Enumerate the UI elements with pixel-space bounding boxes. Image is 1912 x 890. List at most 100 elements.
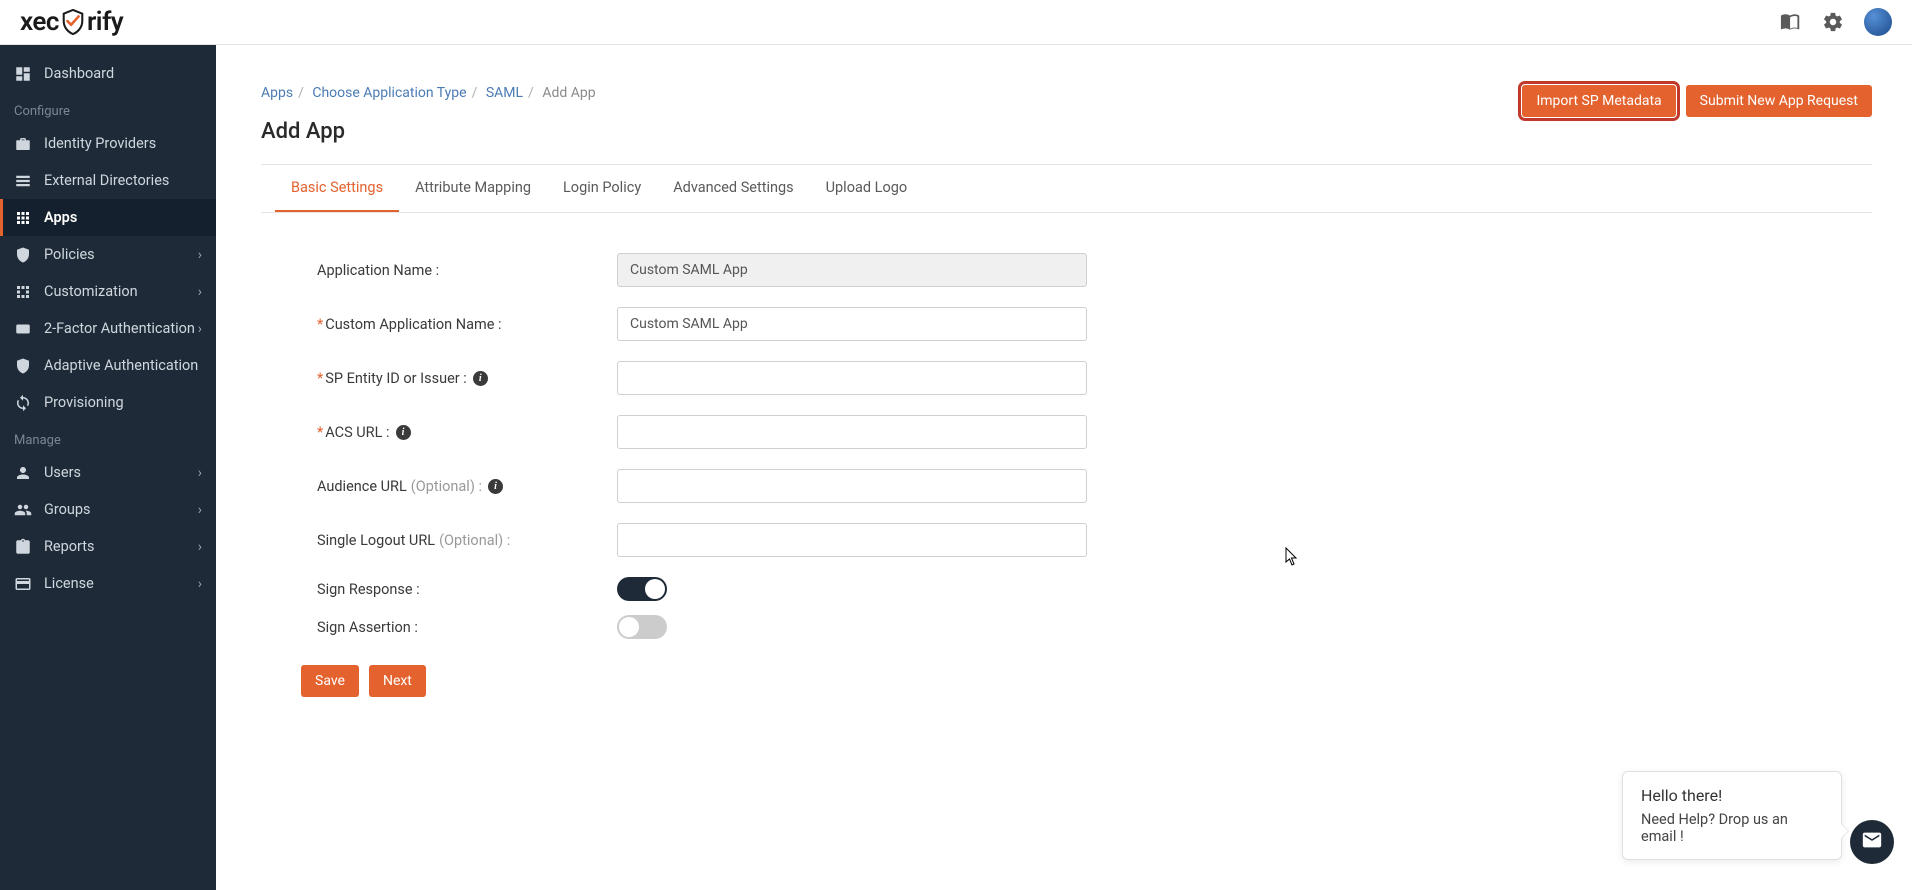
logo-text-right: rify [87,7,123,37]
sidebar-section-configure: Configure [0,92,216,125]
card-icon [14,575,32,593]
info-icon[interactable]: i [488,479,503,494]
application-name-input [617,253,1087,287]
sidebar-label: Groups [44,501,91,518]
tab-advanced-settings[interactable]: Advanced Settings [657,165,809,212]
chevron-right-icon: › [198,247,202,263]
chevron-right-icon: › [198,576,202,592]
sidebar-item-users[interactable]: Users › [0,454,216,491]
sidebar-label: External Directories [44,172,169,189]
mail-icon [1861,829,1883,855]
info-icon[interactable]: i [396,425,411,440]
breadcrumb-current: Add App [542,85,595,101]
custom-application-name-label: *Custom Application Name : [317,316,617,333]
main-content: Apps/ Choose Application Type/ SAML/ Add… [216,45,1912,890]
custom-application-name-input[interactable] [617,307,1087,341]
logo-text-left: xec [20,7,59,37]
chat-fab[interactable] [1850,820,1894,864]
gear-icon[interactable] [1822,11,1844,33]
sidebar-item-apps[interactable]: Apps [0,199,216,236]
sign-assertion-toggle[interactable] [617,615,667,639]
sidebar-item-license[interactable]: License › [0,565,216,602]
tabs: Basic Settings Attribute Mapping Login P… [261,165,1872,213]
puzzle-icon [14,283,32,301]
sidebar-item-external-directories[interactable]: External Directories [0,162,216,199]
breadcrumb-saml[interactable]: SAML [486,85,523,101]
logo[interactable]: xec rify [20,7,123,37]
sidebar-section-manage: Manage [0,421,216,454]
sign-assertion-label: Sign Assertion : [317,619,617,636]
chevron-right-icon: › [198,465,202,481]
sidebar-label: Identity Providers [44,135,156,152]
clipboard-icon [14,538,32,556]
user-icon [14,464,32,482]
shield-icon [14,246,32,264]
shield-check-icon [14,357,32,375]
sidebar-item-policies[interactable]: Policies › [0,236,216,273]
sidebar-label: Apps [44,209,77,226]
next-button[interactable]: Next [369,665,426,697]
sidebar-item-identity-providers[interactable]: Identity Providers [0,125,216,162]
sp-entity-id-label: *SP Entity ID or Issuer :i [317,370,617,387]
save-button[interactable]: Save [301,665,359,697]
audience-url-input[interactable] [617,469,1087,503]
breadcrumb-apps[interactable]: Apps [261,85,293,101]
info-icon[interactable]: i [473,371,488,386]
application-name-label: Application Name : [317,262,617,279]
groups-icon [14,501,32,519]
audience-url-label: Audience URL(Optional) :i [317,478,617,495]
number-icon [14,320,32,338]
tab-login-policy[interactable]: Login Policy [547,165,657,212]
sidebar-item-reports[interactable]: Reports › [0,528,216,565]
action-buttons: Import SP Metadata Submit New App Reques… [1522,85,1872,117]
sidebar-item-groups[interactable]: Groups › [0,491,216,528]
sidebar-label: Provisioning [44,394,124,411]
single-logout-url-label: Single Logout URL(Optional) : [317,532,617,549]
tab-basic-settings[interactable]: Basic Settings [275,165,399,212]
tab-upload-logo[interactable]: Upload Logo [810,165,924,212]
apps-icon [14,209,32,227]
form: Application Name : *Custom Application N… [261,213,1872,639]
sidebar: Dashboard Configure Identity Providers E… [0,45,216,890]
import-sp-metadata-button[interactable]: Import SP Metadata [1522,85,1675,117]
form-buttons: Save Next [301,665,1872,697]
chevron-right-icon: › [198,284,202,300]
sidebar-label: Dashboard [44,65,114,82]
sidebar-item-customization[interactable]: Customization › [0,273,216,310]
chevron-right-icon: › [198,502,202,518]
briefcase-icon [14,135,32,153]
breadcrumb-choose[interactable]: Choose Application Type [312,85,466,101]
chat-tooltip: Hello there! Need Help? Drop us an email… [1622,771,1842,860]
sidebar-label: Users [44,464,81,481]
acs-url-label: *ACS URL :i [317,424,617,441]
book-icon[interactable] [1780,11,1802,33]
submit-new-app-request-button[interactable]: Submit New App Request [1686,85,1872,117]
chat-help-text: Need Help? Drop us an email ! [1641,811,1823,845]
sidebar-item-provisioning[interactable]: Provisioning [0,384,216,421]
chat-greeting: Hello there! [1641,786,1823,805]
sign-response-toggle[interactable] [617,577,667,601]
sidebar-item-adaptive[interactable]: Adaptive Authentication [0,347,216,384]
sidebar-label: License [44,575,94,592]
sync-icon [14,394,32,412]
sidebar-item-2fa[interactable]: 2-Factor Authentication › [0,310,216,347]
sign-response-label: Sign Response : [317,581,617,598]
sidebar-label: Customization [44,283,138,300]
breadcrumb: Apps/ Choose Application Type/ SAML/ Add… [261,85,596,101]
top-header: xec rify [0,0,1912,45]
dashboard-icon [14,65,32,83]
sidebar-label: Policies [44,246,95,263]
sidebar-item-dashboard[interactable]: Dashboard [0,55,216,92]
sp-entity-id-input[interactable] [617,361,1087,395]
sidebar-label: Reports [44,538,95,555]
tab-attribute-mapping[interactable]: Attribute Mapping [399,165,547,212]
acs-url-input[interactable] [617,415,1087,449]
single-logout-url-input[interactable] [617,523,1087,557]
chevron-right-icon: › [198,539,202,555]
shield-icon [61,9,85,35]
header-actions [1780,8,1892,36]
list-icon [14,172,32,190]
sidebar-label: Adaptive Authentication [44,357,198,374]
avatar[interactable] [1864,8,1892,36]
sidebar-label: 2-Factor Authentication [44,320,195,337]
